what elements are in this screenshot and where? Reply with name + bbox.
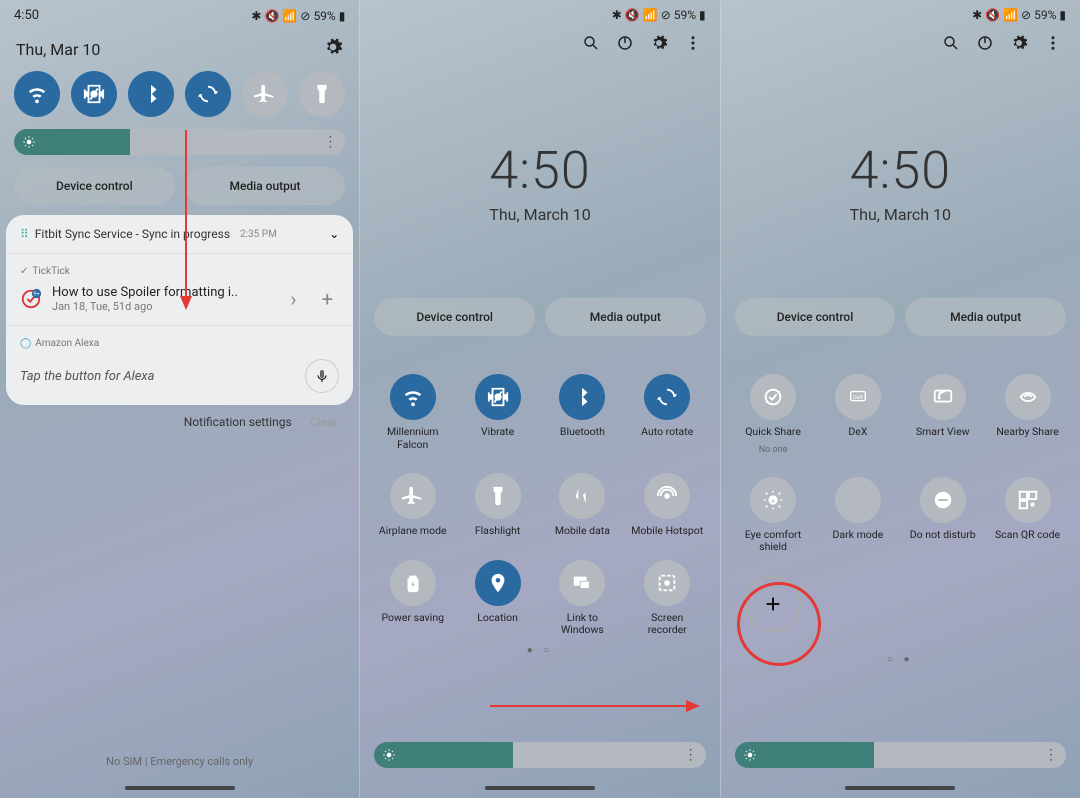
quick-settings-grid: Quick ShareNo one DeX Smart View Nearby … [721, 346, 1080, 632]
search-icon[interactable] [942, 34, 960, 56]
quickshare-tile[interactable]: Quick ShareNo one [731, 374, 816, 455]
clear-notifications-link[interactable]: Clear [310, 415, 338, 429]
alexa-icon: ◯ [20, 338, 31, 349]
fitbit-notification[interactable]: ⠿ Fitbit Sync Service - Sync in progress… [6, 215, 353, 254]
wifi-toggle[interactable] [14, 71, 60, 117]
linkwin-tile[interactable]: Link to Windows [540, 560, 625, 637]
status-time: 4:50 [14, 8, 39, 23]
alexa-mic-button[interactable] [305, 359, 339, 393]
settings-gear-icon[interactable] [323, 37, 343, 61]
fitbit-title: Fitbit Sync Service - Sync in progress [35, 227, 230, 241]
no-sim-text: No SIM | Emergency calls only [0, 755, 359, 768]
device-control-button[interactable]: Device control [735, 298, 896, 336]
powersave-tile[interactable]: Power saving [370, 560, 455, 637]
airplane-toggle[interactable] [242, 71, 288, 117]
flashlight-toggle[interactable] [299, 71, 345, 117]
notification-settings-link[interactable]: Notification settings [184, 415, 292, 429]
alexa-notification[interactable]: ◯Amazon Alexa Tap the button for Alexa [6, 326, 353, 405]
media-output-button[interactable]: Media output [905, 298, 1066, 336]
dnd-tile[interactable]: Do not disturb [900, 477, 985, 554]
status-bar: ✱🔇📶⊘59%▮ [721, 0, 1080, 30]
annotation-arrow-right [490, 698, 700, 714]
more-icon[interactable] [684, 34, 702, 56]
mobiledata-tile[interactable]: Mobile data [540, 473, 625, 538]
page-indicator: ● ○ [360, 645, 719, 656]
airplane-tile[interactable]: Airplane mode [370, 473, 455, 538]
fitbit-time: 2:35 PM [240, 229, 277, 240]
darkmode-tile[interactable]: Dark mode [815, 477, 900, 554]
autorotate-toggle[interactable] [185, 71, 231, 117]
clock-date: Thu, March 10 [721, 205, 1080, 224]
more-icon[interactable] [1044, 34, 1062, 56]
media-output-button[interactable]: Media output [545, 298, 706, 336]
quick-toggle-row [0, 71, 359, 117]
task-subtitle: Jan 18, Tue, 51d ago [52, 300, 271, 313]
search-icon[interactable] [582, 34, 600, 56]
add-task-icon[interactable]: + [315, 287, 339, 311]
bluetooth-toggle[interactable] [128, 71, 174, 117]
svg-text:9+: 9+ [33, 291, 39, 297]
chevron-down-icon[interactable]: ⌄ [329, 227, 339, 241]
nav-bar[interactable] [125, 786, 235, 790]
device-control-button[interactable]: Device control [14, 167, 175, 205]
bluetooth-tile[interactable]: Bluetooth [540, 374, 625, 451]
media-output-button[interactable]: Media output [185, 167, 346, 205]
brightness-slider[interactable]: ⋮ [14, 129, 345, 155]
ticktick-notification[interactable]: ✓TickTick 9+ How to use Spoiler formatti… [6, 254, 353, 326]
nav-bar[interactable] [485, 786, 595, 790]
clock-date: Thu, March 10 [360, 205, 719, 224]
qrcode-tile[interactable]: Scan QR code [985, 477, 1070, 554]
hotspot-tile[interactable]: Mobile Hotspot [625, 473, 710, 538]
brightness-more-icon[interactable]: ⋮ [1044, 747, 1058, 763]
power-icon[interactable] [616, 34, 634, 56]
page-indicator: ○ ● [721, 654, 1080, 665]
settings-gear-icon[interactable] [1010, 34, 1028, 56]
ticktick-icon: ✓ [20, 266, 28, 277]
chevron-right-icon[interactable]: › [281, 287, 305, 311]
status-bar: 4:50 ✱🔇📶⊘ 59%▮ [0, 0, 359, 31]
dex-tile[interactable]: DeX [815, 374, 900, 455]
notification-card: ⠿ Fitbit Sync Service - Sync in progress… [6, 215, 353, 405]
autorotate-tile[interactable]: Auto rotate [625, 374, 710, 451]
brightness-slider[interactable]: ⋮ [735, 742, 1066, 768]
settings-gear-icon[interactable] [650, 34, 668, 56]
wifi-tile[interactable]: Millennium Falcon [370, 374, 455, 451]
fitbit-icon: ⠿ [20, 227, 29, 241]
nav-bar[interactable] [845, 786, 955, 790]
power-icon[interactable] [976, 34, 994, 56]
clock-time: 4:50 [360, 140, 719, 201]
nearbyshare-tile[interactable]: Nearby Share [985, 374, 1070, 455]
vibrate-toggle[interactable] [71, 71, 117, 117]
vibrate-tile[interactable]: Vibrate [455, 374, 540, 451]
smartview-tile[interactable]: Smart View [900, 374, 985, 455]
eyecomfort-tile[interactable]: Eye comfort shield [731, 477, 816, 554]
clock-time: 4:50 [721, 140, 1080, 201]
flashlight-tile[interactable]: Flashlight [455, 473, 540, 538]
notification-date: Thu, Mar 10 [16, 40, 100, 59]
status-icons: ✱🔇📶⊘ 59%▮ [251, 9, 345, 23]
brightness-slider[interactable]: ⋮ [374, 742, 705, 768]
alexa-prompt: Tap the button for Alexa [20, 369, 155, 384]
location-tile[interactable]: Location [455, 560, 540, 637]
status-bar: ✱🔇📶⊘59%▮ [360, 0, 719, 30]
task-title: How to use Spoiler formatting i.. [52, 285, 271, 300]
brightness-more-icon[interactable]: ⋮ [684, 747, 698, 763]
quick-settings-grid: Millennium Falcon Vibrate Bluetooth Auto… [360, 346, 719, 637]
task-check-icon: 9+ [20, 288, 42, 310]
brightness-more-icon[interactable]: ⋮ [323, 134, 337, 150]
device-control-button[interactable]: Device control [374, 298, 535, 336]
add-tile-button[interactable] [731, 576, 816, 632]
screenrec-tile[interactable]: Screen recorder [625, 560, 710, 637]
